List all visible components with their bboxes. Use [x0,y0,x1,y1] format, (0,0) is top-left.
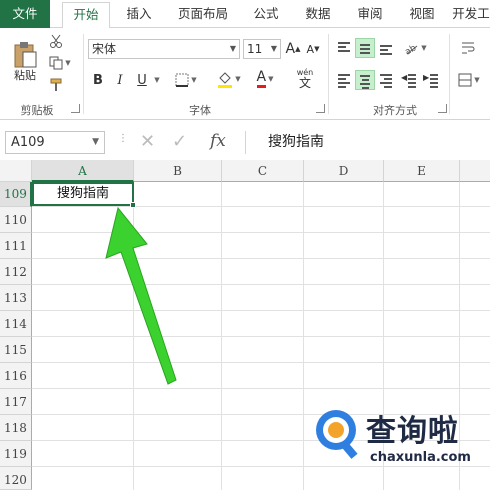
watermark-url: chaxunla.com [370,450,471,465]
watermark-logo: 查询啦 chaxunla.com [312,402,482,472]
green-arrow-icon [105,206,177,385]
magnifier-logo-icon [316,410,358,459]
watermark-title: 查询啦 [366,414,459,449]
